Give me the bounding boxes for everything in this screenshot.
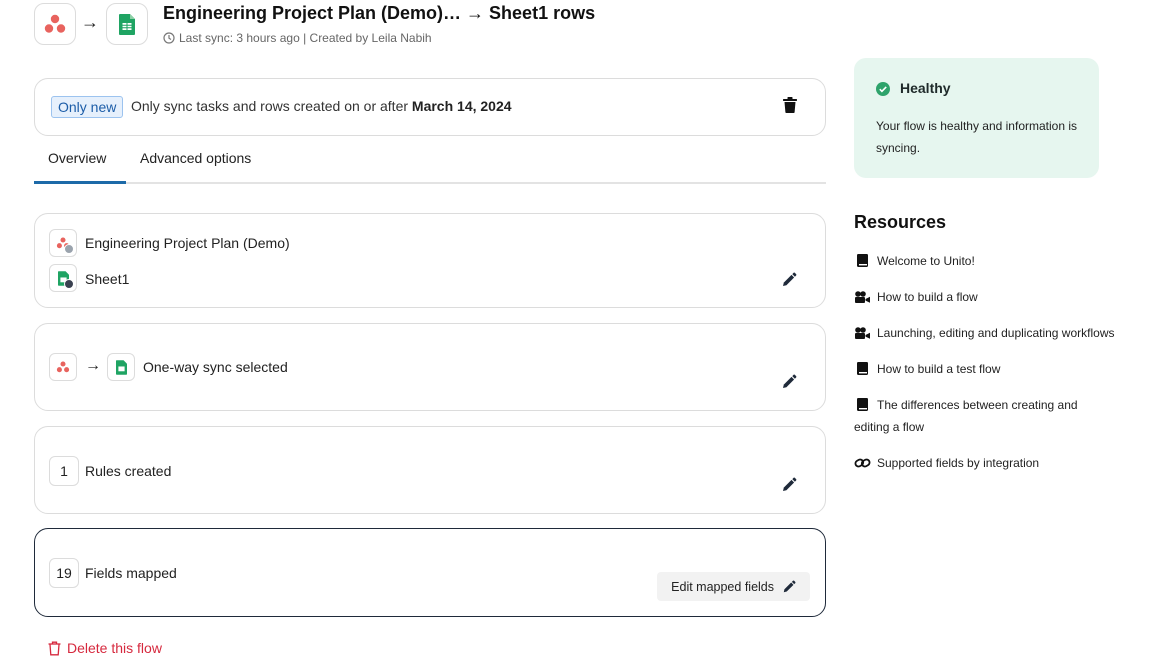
sheets-file-icon <box>49 264 77 292</box>
pencil-icon[interactable] <box>781 272 797 288</box>
flow-arrow-icon: → <box>81 12 99 32</box>
rules-card[interactable]: 1 Rules created <box>34 426 826 514</box>
asana-logo-icon <box>34 3 76 45</box>
health-status: Healthy <box>900 80 951 96</box>
asana-logo-icon <box>49 353 77 381</box>
asana-project-icon <box>49 229 77 257</box>
resource-link-supported-fields[interactable]: Supported fields by integration <box>854 452 1134 474</box>
health-message: Your flow is healthy and information is … <box>876 119 1077 155</box>
health-panel: Healthy Your flow is healthy and informa… <box>854 58 1099 178</box>
video-icon <box>855 327 870 339</box>
clock-icon <box>163 32 175 44</box>
tab-bar: Overview Advanced options <box>34 142 826 184</box>
resource-link-how-to-build-a-flow[interactable]: How to build a flow <box>854 286 1134 308</box>
resource-link-welcome[interactable]: Welcome to Unito! <box>854 250 1134 272</box>
source-project-name: Engineering Project Plan (Demo) <box>85 235 290 251</box>
tab-advanced-options[interactable]: Advanced options <box>140 150 251 166</box>
resource-link-differences[interactable]: The differences between creating and edi… <box>854 394 1094 438</box>
google-sheets-logo-icon <box>106 3 148 45</box>
trash-icon[interactable] <box>783 97 797 118</box>
edit-mapped-fields-button[interactable]: Edit mapped fields <box>657 572 810 601</box>
only-new-notice: Only new Only sync tasks and rows create… <box>34 78 826 136</box>
book-icon <box>857 398 868 411</box>
avatar <box>64 244 74 254</box>
target-sheet-name: Sheet1 <box>85 271 130 287</box>
only-new-badge: Only new <box>51 96 124 118</box>
resources-title: Resources <box>854 212 947 232</box>
connections-card[interactable]: Engineering Project Plan (Demo) Sheet1 <box>34 213 826 308</box>
notice-text: Only sync tasks and rows created on or a… <box>131 98 512 114</box>
active-tab-indicator <box>34 181 126 184</box>
check-circle-icon <box>876 82 890 96</box>
tab-overview[interactable]: Overview <box>48 150 106 166</box>
sync-direction-label: One-way sync selected <box>143 359 288 375</box>
delete-flow-link[interactable]: Delete this flow <box>48 640 162 656</box>
fields-count: 19 <box>49 558 79 588</box>
fields-card[interactable]: 19 Fields mapped Edit mapped fields <box>34 528 826 617</box>
link-icon <box>854 458 871 468</box>
video-icon <box>855 291 870 303</box>
sync-meta: Last sync: 3 hours ago | Created by Leil… <box>163 31 432 45</box>
rules-count: 1 <box>49 456 79 486</box>
page-title: Engineering Project Plan (Demo)… → Sheet… <box>163 3 596 23</box>
fields-label: Fields mapped <box>85 565 177 581</box>
book-icon <box>857 362 868 375</box>
sync-direction-card[interactable]: → One-way sync selected <box>34 323 826 411</box>
resource-link-launching-editing[interactable]: Launching, editing and duplicating workf… <box>854 322 1134 344</box>
one-way-arrow-icon: → <box>85 357 101 374</box>
resource-link-test-flow[interactable]: How to build a test flow <box>854 358 1134 380</box>
trash-outline-icon <box>48 641 61 655</box>
rules-label: Rules created <box>85 463 172 479</box>
pencil-icon[interactable] <box>781 477 797 493</box>
last-sync-text: Last sync: 3 hours ago | Created by Leil… <box>179 31 432 45</box>
pencil-icon[interactable] <box>781 374 797 390</box>
google-sheets-logo-icon <box>107 353 135 381</box>
book-icon <box>857 254 868 267</box>
avatar <box>64 279 74 289</box>
notice-date: March 14, 2024 <box>411 98 512 114</box>
pencil-icon <box>783 580 796 592</box>
